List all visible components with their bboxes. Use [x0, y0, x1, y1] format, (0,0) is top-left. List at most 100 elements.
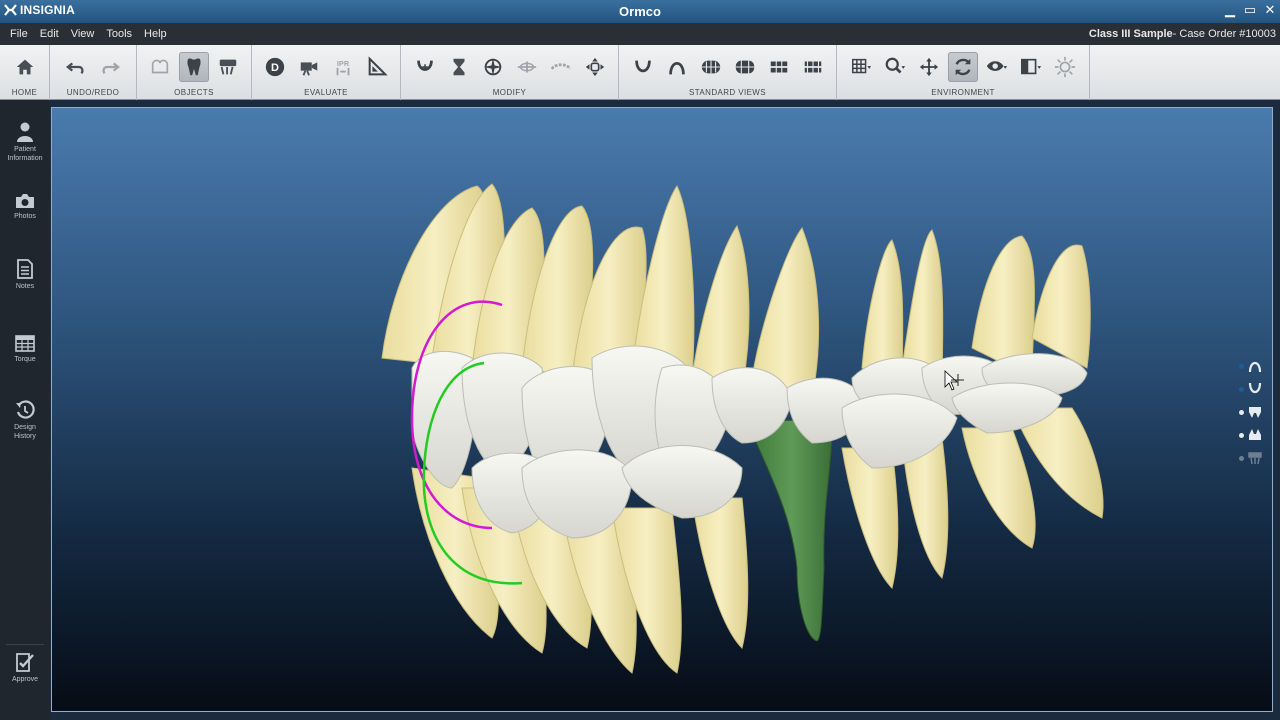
upper-teeth-visibility[interactable] — [1239, 404, 1262, 420]
menu-view[interactable]: View — [65, 28, 101, 40]
home-button[interactable] — [10, 52, 40, 82]
insignia-logo-icon — [4, 4, 17, 16]
arch-form-icon — [416, 60, 433, 71]
dentition-icon — [550, 63, 571, 70]
video-camera-icon — [300, 62, 318, 76]
sidebar-item-approve[interactable]: Approve — [4, 644, 46, 684]
notes-icon — [17, 259, 33, 279]
menu-help[interactable]: Help — [138, 28, 173, 40]
sun-icon — [1054, 56, 1076, 78]
front-view-icon — [701, 60, 720, 74]
lighting-button[interactable] — [1050, 52, 1080, 82]
dentition-options-button[interactable] — [546, 52, 576, 82]
app-brand: INSIGNIA — [4, 3, 75, 17]
tooth-icon — [187, 58, 201, 76]
occlusal-move-button[interactable] — [512, 52, 542, 82]
redo-button[interactable] — [95, 52, 125, 82]
grid-icon — [852, 58, 872, 74]
hourglass-button[interactable] — [444, 52, 474, 82]
visibility-dropdown-button[interactable] — [982, 52, 1012, 82]
upper-arch-icon — [634, 60, 651, 73]
title-bar: INSIGNIA Ormco ▁ ▭ ✕ — [0, 0, 1280, 23]
group-label-environment: ENVIRONMENT — [931, 88, 995, 97]
patient-icon — [17, 122, 33, 142]
bracket-icon — [1248, 452, 1262, 465]
sidebar-item-design-history[interactable]: Design History — [4, 396, 46, 441]
selected-tooth-highlight[interactable] — [751, 419, 833, 642]
undo-icon — [65, 62, 84, 75]
close-icon[interactable]: ✕ — [1262, 2, 1278, 18]
group-label-standard-views: STANDARD VIEWS — [688, 88, 766, 97]
view-right-button[interactable] — [798, 52, 828, 82]
view-mandibular-button[interactable] — [662, 52, 692, 82]
group-label-objects: OBJECTS — [174, 88, 214, 97]
case-name: Class III Sample — [1088, 28, 1173, 40]
menu-tools[interactable]: Tools — [100, 28, 138, 40]
ipr-button[interactable]: IPR — [328, 52, 358, 82]
insignia-app-window: INSIGNIA Ormco ▁ ▭ ✕ File Edit View Tool… — [0, 0, 1280, 720]
right-view-icon — [804, 61, 821, 73]
measure-button[interactable] — [362, 52, 392, 82]
back-view-icon — [735, 60, 754, 74]
lower-teeth-visibility[interactable] — [1239, 427, 1262, 443]
menu-file[interactable]: File — [4, 28, 34, 40]
pan-button[interactable] — [914, 52, 944, 82]
arch-form-button[interactable] — [410, 52, 440, 82]
teeth-toggle-button[interactable] — [179, 52, 209, 82]
translate-tooth-button[interactable] — [580, 52, 610, 82]
grid-dropdown-button[interactable] — [846, 52, 876, 82]
approve-icon — [16, 653, 34, 672]
brackets-toggle-button[interactable] — [213, 52, 243, 82]
sidebar-item-notes[interactable]: Notes — [4, 255, 46, 291]
layout-panel-icon — [1021, 58, 1042, 75]
sidebar-item-patient-information[interactable]: Patient Information — [4, 118, 46, 163]
lower-teeth-icon — [1249, 429, 1261, 440]
occlusal-plane-icon — [517, 61, 536, 73]
sidebar-label-patient-information: Patient Information — [7, 146, 43, 162]
layout-dropdown-button[interactable] — [1016, 52, 1046, 82]
group-label-modify: MODIFY — [492, 88, 527, 97]
group-objects: OBJECTS — [137, 45, 252, 100]
status-dot — [1239, 363, 1244, 369]
brand-name: INSIGNIA — [20, 3, 75, 17]
brackets-visibility[interactable] — [1239, 450, 1262, 466]
gingiva-toggle-button[interactable] — [145, 52, 175, 82]
rotate-icon — [955, 58, 971, 76]
d-circle-icon: D — [265, 57, 285, 77]
rotate-button[interactable] — [948, 52, 978, 82]
menu-edit[interactable]: Edit — [34, 28, 65, 40]
sidebar-label-approve: Approve — [11, 676, 39, 683]
sidebar-label-notes: Notes — [15, 283, 35, 290]
group-home: HOME — [0, 45, 50, 100]
compass-button[interactable] — [478, 52, 508, 82]
group-label-evaluate: EVALUATE — [304, 88, 348, 97]
sidebar-divider — [6, 644, 44, 645]
upper-arch-visibility[interactable] — [1239, 358, 1262, 374]
brackets-icon — [219, 59, 237, 75]
zoom-dropdown-button[interactable] — [880, 52, 910, 82]
sidebar-item-torque[interactable]: Torque — [4, 328, 46, 364]
view-left-button[interactable] — [764, 52, 794, 82]
undo-button[interactable] — [61, 52, 91, 82]
status-dot — [1239, 432, 1244, 438]
ruler-triangle-icon — [368, 56, 388, 76]
view-front-button[interactable] — [696, 52, 726, 82]
window-controls: ▁ ▭ ✕ — [1222, 2, 1278, 18]
eye-icon — [986, 61, 1008, 71]
dentition-model[interactable] — [52, 108, 1273, 712]
ipr-label: IPR — [337, 59, 350, 68]
distance-button[interactable]: D — [260, 52, 290, 82]
lower-arch-icon — [1248, 382, 1262, 394]
3d-viewport[interactable] — [51, 107, 1273, 712]
lower-arch-visibility[interactable] — [1239, 381, 1262, 397]
sidebar-label-torque: Torque — [14, 356, 36, 363]
camera-view-button[interactable] — [294, 52, 324, 82]
sidebar-item-photos[interactable]: Photos — [4, 185, 46, 221]
compass-icon — [483, 57, 502, 77]
move-arrows-icon — [585, 57, 604, 77]
view-back-button[interactable] — [730, 52, 760, 82]
minimize-icon[interactable]: ▁ — [1222, 2, 1238, 18]
view-maxillary-button[interactable] — [628, 52, 658, 82]
sidebar-label-design-history: Design History — [14, 424, 36, 440]
maximize-icon[interactable]: ▭ — [1242, 2, 1258, 18]
